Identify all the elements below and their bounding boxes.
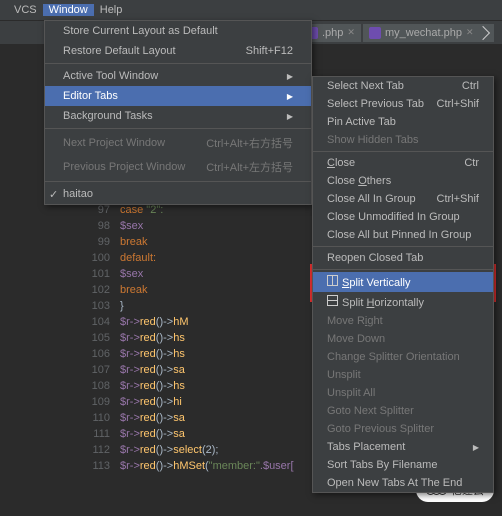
menu-close[interactable]: CloseCtr xyxy=(313,154,493,172)
menu-background-tasks[interactable]: Background Tasks▶ xyxy=(45,106,311,126)
menu-select-prev-tab[interactable]: Select Previous TabCtrl+Shif xyxy=(313,95,493,113)
menu-pin-active-tab[interactable]: Pin Active Tab xyxy=(313,113,493,131)
menu-unsplit: Unsplit xyxy=(313,366,493,384)
chevron-right-icon: ▶ xyxy=(473,443,479,452)
menu-close-all-group[interactable]: Close All In GroupCtrl+Shif xyxy=(313,190,493,208)
menu-next-project: Next Project WindowCtrl+Alt+右方括号 xyxy=(45,131,311,155)
menu-goto-prev-splitter: Goto Previous Splitter xyxy=(313,420,493,438)
menu-window-haitao[interactable]: ✓haitao xyxy=(45,184,311,204)
split-vertical-icon xyxy=(327,275,338,286)
menu-close-unmodified[interactable]: Close Unmodified In Group xyxy=(313,208,493,226)
chevron-right-icon: ▶ xyxy=(287,112,293,121)
menu-store-layout[interactable]: Store Current Layout as Default xyxy=(45,21,311,41)
editor-tabs-submenu: Select Next TabCtrl Select Previous TabC… xyxy=(312,76,494,493)
menu-reopen-closed-tab[interactable]: Reopen Closed Tab xyxy=(313,249,493,267)
close-icon[interactable]: ✕ xyxy=(347,27,355,38)
tab-my-wechat[interactable]: my_wechat.php✕ xyxy=(363,24,494,42)
menu-unsplit-all: Unsplit All xyxy=(313,384,493,402)
window-menu: Store Current Layout as Default Restore … xyxy=(44,20,312,205)
menubar: VCS Window Help xyxy=(0,0,502,20)
menu-tabs-placement[interactable]: Tabs Placement▶ xyxy=(313,438,493,456)
menu-goto-next-splitter: Goto Next Splitter xyxy=(313,402,493,420)
editor-area[interactable]: $sex break case "2": $sex break default:… xyxy=(120,170,294,474)
menu-vcs[interactable]: VCS xyxy=(8,4,43,16)
menu-move-right: Move Right xyxy=(313,312,493,330)
chevron-right-icon: ▶ xyxy=(287,92,293,101)
menu-open-new-tabs-end[interactable]: Open New Tabs At The End xyxy=(313,474,493,492)
menu-window[interactable]: Window xyxy=(43,4,94,16)
menu-move-down: Move Down xyxy=(313,330,493,348)
check-icon: ✓ xyxy=(49,188,58,201)
menu-split-vertically[interactable]: Split Vertically xyxy=(313,272,493,292)
pin-icon xyxy=(475,25,489,39)
menu-close-all-but-pinned[interactable]: Close All but Pinned In Group xyxy=(313,226,493,244)
menu-change-splitter: Change Splitter Orientation xyxy=(313,348,493,366)
gutter: 9596979899100101102103104105106107108109… xyxy=(80,170,110,474)
split-horizontal-icon xyxy=(327,295,338,306)
menu-show-hidden-tabs: Show Hidden Tabs xyxy=(313,131,493,149)
menu-sort-tabs[interactable]: Sort Tabs By Filename xyxy=(313,456,493,474)
menu-close-others[interactable]: Close Others xyxy=(313,172,493,190)
close-icon[interactable]: ✕ xyxy=(466,27,474,38)
php-icon xyxy=(369,27,381,39)
menu-select-next-tab[interactable]: Select Next TabCtrl xyxy=(313,77,493,95)
menu-prev-project: Previous Project WindowCtrl+Alt+左方括号 xyxy=(45,155,311,179)
menu-restore-layout[interactable]: Restore Default LayoutShift+F12 xyxy=(45,41,311,61)
menu-help[interactable]: Help xyxy=(94,4,129,16)
chevron-right-icon: ▶ xyxy=(287,72,293,81)
menu-split-horizontally[interactable]: Split Horizontally xyxy=(313,292,493,312)
menu-editor-tabs[interactable]: Editor Tabs▶ xyxy=(45,86,311,106)
menu-active-tool-window[interactable]: Active Tool Window▶ xyxy=(45,66,311,86)
